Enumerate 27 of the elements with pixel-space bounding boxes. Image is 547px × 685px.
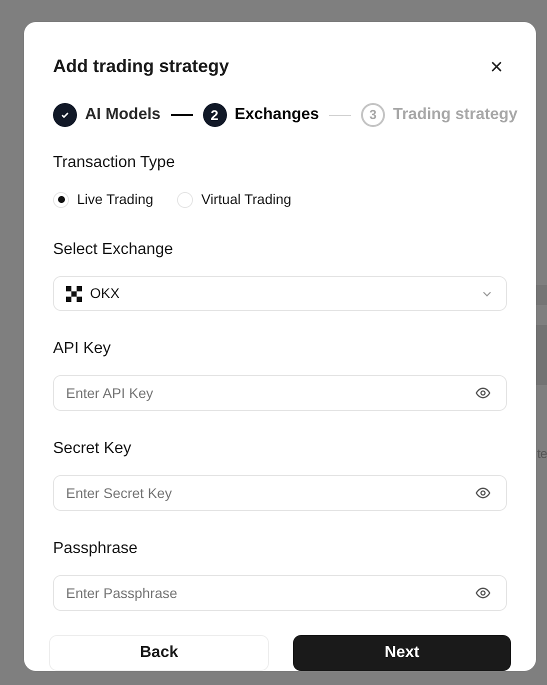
- dialog-title: Add trading strategy: [53, 55, 230, 78]
- radio-label: Live Trading: [77, 190, 154, 209]
- eye-icon[interactable]: [475, 585, 491, 601]
- radio-button[interactable]: [177, 192, 194, 208]
- next-button[interactable]: Next: [293, 635, 511, 671]
- back-button[interactable]: Back: [49, 635, 269, 671]
- field-label: API Key: [53, 339, 112, 359]
- exchange-select[interactable]: OKX: [53, 276, 507, 311]
- field-label: Select Exchange: [53, 240, 174, 260]
- select-value: OKX: [90, 284, 120, 303]
- step-number: 3: [361, 103, 386, 127]
- input-field[interactable]: Enter Passphrase: [53, 575, 507, 611]
- checkered-logo-icon: [66, 286, 82, 302]
- close-button[interactable]: ×: [490, 56, 503, 78]
- step-label: AI Models: [85, 105, 161, 125]
- eye-icon[interactable]: [475, 385, 491, 401]
- field-label: Secret Key: [53, 439, 132, 459]
- field-label: Transaction Type: [53, 153, 176, 173]
- field-label: Passphrase: [53, 539, 138, 559]
- step-label: Trading strategy: [393, 105, 518, 125]
- eye-icon[interactable]: [475, 485, 491, 501]
- step-label: Exchanges: [234, 105, 320, 125]
- input-field[interactable]: Enter API Key: [53, 375, 507, 411]
- input-field[interactable]: Enter Secret Key: [53, 475, 507, 511]
- step-number: 2: [202, 103, 227, 127]
- radio-button[interactable]: [53, 192, 69, 208]
- radio-label: Virtual Trading: [201, 190, 292, 209]
